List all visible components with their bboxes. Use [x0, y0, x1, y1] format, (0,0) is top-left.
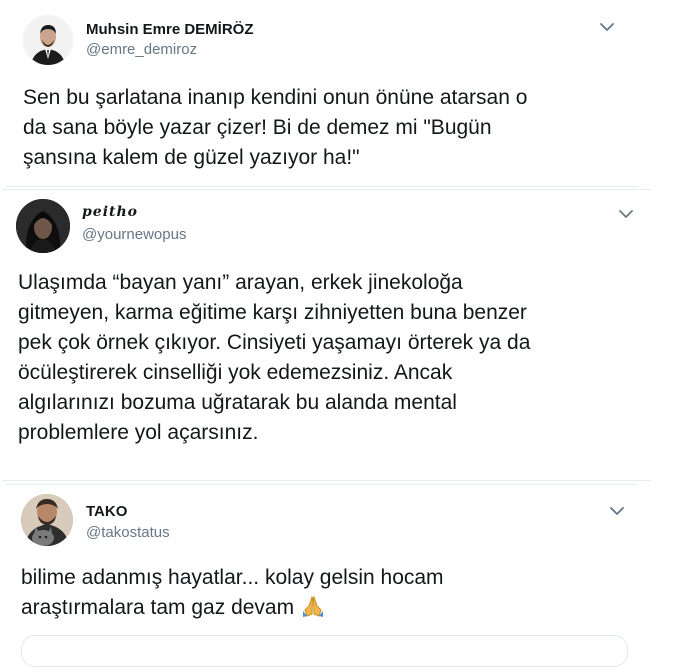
tweet-text-line: problemlere yol açarsınız.	[18, 421, 259, 444]
avatar[interactable]	[16, 199, 70, 253]
tweet-text-line: algılarınızı bozuma uğratarak bu alanda …	[18, 391, 457, 414]
tweet-text-line: Sen bu şarlatana inanıp kendini onun önü…	[23, 86, 528, 109]
chevron-down-icon[interactable]	[599, 21, 615, 33]
tweet-text: Ulaşımda “bayan yanı” arayan, erkek jine…	[18, 268, 530, 448]
tweet-text-line: Ulaşımda “bayan yanı” arayan, erkek jine…	[18, 271, 463, 294]
folded-hands-icon	[302, 595, 323, 617]
tweet-text-line: araştırmalara tam gaz devam	[21, 596, 295, 619]
tweet-text-line: da sana böyle yazar çizer! Bi de demez m…	[23, 116, 492, 139]
tweet-text-line-with-emoji: araştırmalara tam gaz devam	[21, 593, 444, 623]
embedded-card[interactable]	[21, 635, 628, 667]
tweet-text-line: öcüleştirerek cinselliği yok edemezsiniz…	[18, 361, 453, 384]
display-name[interactable]: TAKO	[86, 503, 127, 520]
display-name[interactable]: Muhsin Emre DEMİRÖZ	[86, 21, 254, 38]
avatar[interactable]	[21, 494, 73, 546]
tweet-card-1[interactable]: Muhsin Emre DEMİRÖZ @emre_demiroz Sen bu…	[6, 0, 638, 187]
display-name[interactable]: peitho	[82, 204, 138, 220]
user-handle[interactable]: @emre_demiroz	[86, 41, 197, 58]
avatar-woman-dark-hair-icon	[16, 199, 70, 253]
tweet-text-line: bilime adanmış hayatlar... kolay gelsin …	[21, 566, 444, 589]
avatar-man-with-cat-icon	[21, 494, 73, 546]
tweet-card-2[interactable]: peitho @yournewopus Ulaşımda “bayan yanı…	[2, 189, 651, 481]
chevron-down-icon[interactable]	[609, 505, 625, 517]
chevron-down-icon[interactable]	[618, 208, 634, 220]
tweet-text-line: gitmeyen, karma eğitime karşı zihniyette…	[18, 301, 527, 324]
user-handle[interactable]: @yournewopus	[82, 226, 186, 243]
user-handle[interactable]: @takostatus	[86, 524, 170, 541]
tweet-text-line: pek çok örnek çıkıyor. Cinsiyeti yaşamay…	[18, 331, 531, 354]
tweet-text: Sen bu şarlatana inanıp kendini onun önü…	[23, 83, 527, 173]
avatar[interactable]	[23, 15, 73, 65]
tweet-text-line: şansına kalem de güzel yazıyor ha!"	[23, 146, 360, 169]
tweet-card-3[interactable]: TAKO @takostatus bilime adanmış hayatlar…	[6, 484, 638, 667]
avatar-man-suit-icon	[23, 15, 73, 65]
tweet-text: bilime adanmış hayatlar... kolay gelsin …	[21, 563, 444, 623]
